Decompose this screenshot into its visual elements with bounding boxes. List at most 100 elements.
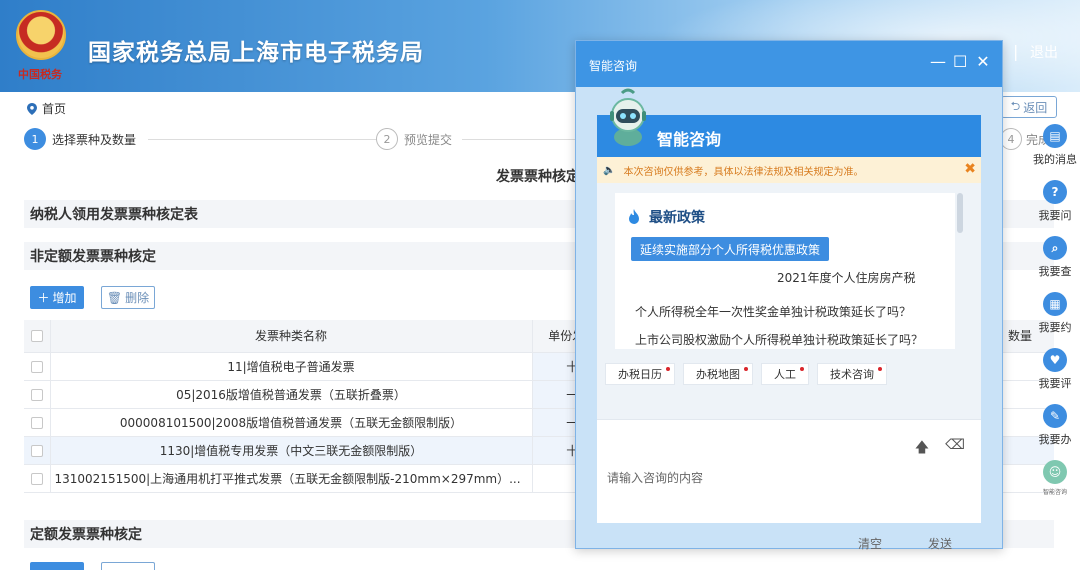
- quick-link-tech[interactable]: 技术咨询: [817, 363, 887, 385]
- step-connector: [148, 139, 378, 140]
- row-name: 05|2016版增值税普通发票（五联折叠票）: [50, 380, 533, 409]
- add-button-fixed[interactable]: [30, 562, 84, 570]
- sidebar-item-appointment[interactable]: ▦ 我要约: [1030, 292, 1080, 335]
- sidebar-item-rate[interactable]: ♥ 我要评: [1030, 348, 1080, 391]
- policy-item[interactable]: 2021年度个人住房房产税: [777, 269, 916, 286]
- delete-button-fixed[interactable]: [101, 562, 155, 570]
- eraser-icon[interactable]: ⌫: [945, 437, 965, 461]
- window-controls: — ☐ ✕: [930, 53, 990, 71]
- policy-scrollbar[interactable]: [957, 193, 963, 349]
- sidebar-label: 我的消息: [1033, 153, 1077, 166]
- sidebar-label: 我要查: [1038, 265, 1072, 278]
- sidebar-label: 我要办: [1038, 433, 1072, 446]
- policy-item[interactable]: 上市公司股权激励个人所得税单独计税政策延长了吗？: [635, 331, 923, 348]
- sidebar-label: 我要问: [1038, 209, 1072, 222]
- step-2-label: 预览提交: [404, 132, 453, 147]
- plus-icon: ＋: [37, 291, 50, 305]
- rate-icon: ♥: [1043, 348, 1067, 372]
- sidebar-label: 我要评: [1038, 377, 1072, 390]
- delete-button-label: 删除: [125, 291, 150, 305]
- policy-highlight-button[interactable]: 延续实施部分个人所得税优惠政策: [631, 237, 829, 261]
- back-button-label: 返回: [1023, 100, 1048, 115]
- row-name: 000008101500|2008版增值税普通发票（五联无金额限制版）: [50, 408, 533, 437]
- breadcrumb: 首页: [27, 100, 66, 117]
- clear-button[interactable]: 清空: [835, 529, 905, 557]
- back-button[interactable]: ⮌ 返回: [1001, 96, 1057, 118]
- tax-emblem-icon: [16, 10, 66, 60]
- row-name: 11|增值税电子普通发票: [50, 352, 533, 381]
- arrow-up-icon[interactable]: 🡅: [915, 437, 929, 461]
- sidebar-item-ask[interactable]: ? 我要问: [1030, 180, 1080, 223]
- step-2: 2 预览提交: [376, 128, 452, 150]
- chat-panel: 智能咨询 🔈 本次咨询仅供参考，具体以法律法规及相关规定为准。 ✖ 最新政策 延…: [597, 88, 981, 551]
- sidebar-item-handle[interactable]: ✎ 我要办: [1030, 404, 1080, 447]
- chat-header-title: 智能咨询: [657, 130, 722, 149]
- row-checkbox[interactable]: [24, 464, 51, 493]
- send-button[interactable]: 发送: [905, 529, 975, 557]
- sidebar-item-robot[interactable]: ☺ 智能咨询: [1030, 460, 1080, 496]
- site-title: 国家税务总局上海市电子税务局: [88, 40, 424, 66]
- question-icon: ?: [1043, 180, 1067, 204]
- maximize-icon[interactable]: ☐: [953, 53, 967, 71]
- edit-icon: ✎: [1043, 404, 1067, 428]
- calendar-icon: ▦: [1043, 292, 1067, 316]
- policy-card: 最新政策 延续实施部分个人所得税优惠政策 2021年度个人住房房产税 个人所得税…: [615, 193, 955, 349]
- search-icon: ⌕: [1043, 236, 1067, 260]
- row-checkbox[interactable]: [24, 352, 51, 381]
- delete-button[interactable]: 🗑 删除: [101, 286, 155, 309]
- sidebar-label: 智能咨询: [1042, 489, 1067, 496]
- row-name: 131002151500|上海通用机打平推式发票（五联无金额限制版-210mm×…: [50, 464, 533, 493]
- sidebar-label: 我要约: [1038, 321, 1072, 334]
- quick-link-calendar[interactable]: 办税日历: [605, 363, 675, 385]
- chat-titlebar[interactable]: 智能咨询 — ☐ ✕: [576, 41, 1002, 87]
- step-indicator: 1 选择票种及数量 2 预览提交: [24, 128, 584, 152]
- close-icon[interactable]: ✕: [976, 53, 990, 71]
- minimize-icon[interactable]: —: [930, 53, 946, 71]
- policy-title-text: 最新政策: [649, 210, 705, 226]
- quick-links: 办税日历 办税地图 人工 技术咨询: [605, 363, 887, 385]
- sidebar-item-search[interactable]: ⌕ 我要查: [1030, 236, 1080, 279]
- robot-mascot-icon: [610, 88, 646, 146]
- select-all-checkbox[interactable]: [24, 320, 51, 353]
- step-connector: [462, 139, 582, 140]
- step-2-number: 2: [376, 128, 398, 150]
- row-checkbox[interactable]: [24, 436, 51, 465]
- chat-messages-area[interactable]: 最新政策 延续实施部分个人所得税优惠政策 2021年度个人住房房产税 个人所得税…: [597, 183, 981, 419]
- robot-icon: ☺: [1043, 460, 1067, 484]
- step-1: 1 选择票种及数量: [24, 128, 136, 150]
- notice-bar: 🔈 本次咨询仅供参考，具体以法律法规及相关规定为准。 ✖: [597, 157, 981, 183]
- smart-consult-window: 智能咨询 — ☐ ✕ 智能咨询 🔈 本次咨询仅供参考，具体以法律法规及相关规定为…: [575, 40, 1003, 551]
- input-toolbar: 🡅 ⌫: [915, 437, 965, 461]
- divider: [597, 419, 981, 420]
- page-title: 发票票种核定: [496, 169, 580, 185]
- policy-title: 最新政策: [627, 207, 705, 227]
- flame-icon: [629, 209, 639, 224]
- row-name: 1130|增值税专用发票（中文三联无金额限制版）: [50, 436, 533, 465]
- notice-close-icon[interactable]: ✖: [964, 161, 976, 177]
- step-1-label: 选择票种及数量: [52, 132, 137, 147]
- quick-link-human[interactable]: 人工: [761, 363, 809, 385]
- back-arrow-icon: ⮌: [1010, 98, 1021, 113]
- step-1-number: 1: [24, 128, 46, 150]
- sidebar-item-messages[interactable]: ▤ 我的消息: [1030, 124, 1080, 167]
- row-checkbox[interactable]: [24, 408, 51, 437]
- chat-window-title: 智能咨询: [589, 59, 638, 73]
- breadcrumb-home[interactable]: 首页: [42, 100, 66, 117]
- row-checkbox[interactable]: [24, 380, 51, 409]
- policy-item[interactable]: 个人所得税全年一次性奖金单独计税政策延长了吗？: [635, 303, 911, 320]
- consult-input[interactable]: 请输入咨询的内容: [607, 469, 703, 486]
- emblem-text: 中国税务: [18, 68, 62, 81]
- speaker-icon: 🔈: [603, 164, 616, 176]
- chat-header: 智能咨询: [597, 115, 981, 157]
- column-header-name: 发票种类名称: [50, 320, 533, 353]
- logout-link[interactable]: 退出: [1030, 42, 1058, 62]
- header-divider: |: [1013, 42, 1019, 61]
- trash-icon: 🗑: [106, 290, 123, 305]
- message-icon: ▤: [1043, 124, 1067, 148]
- add-button-label: 增加: [52, 291, 77, 305]
- location-pin-icon: [27, 102, 37, 115]
- step-4-number: 4: [1000, 128, 1022, 150]
- add-button[interactable]: ＋ 增加: [30, 286, 84, 309]
- notice-text: 本次咨询仅供参考，具体以法律法规及相关规定为准。: [623, 166, 864, 178]
- quick-link-map[interactable]: 办税地图: [683, 363, 753, 385]
